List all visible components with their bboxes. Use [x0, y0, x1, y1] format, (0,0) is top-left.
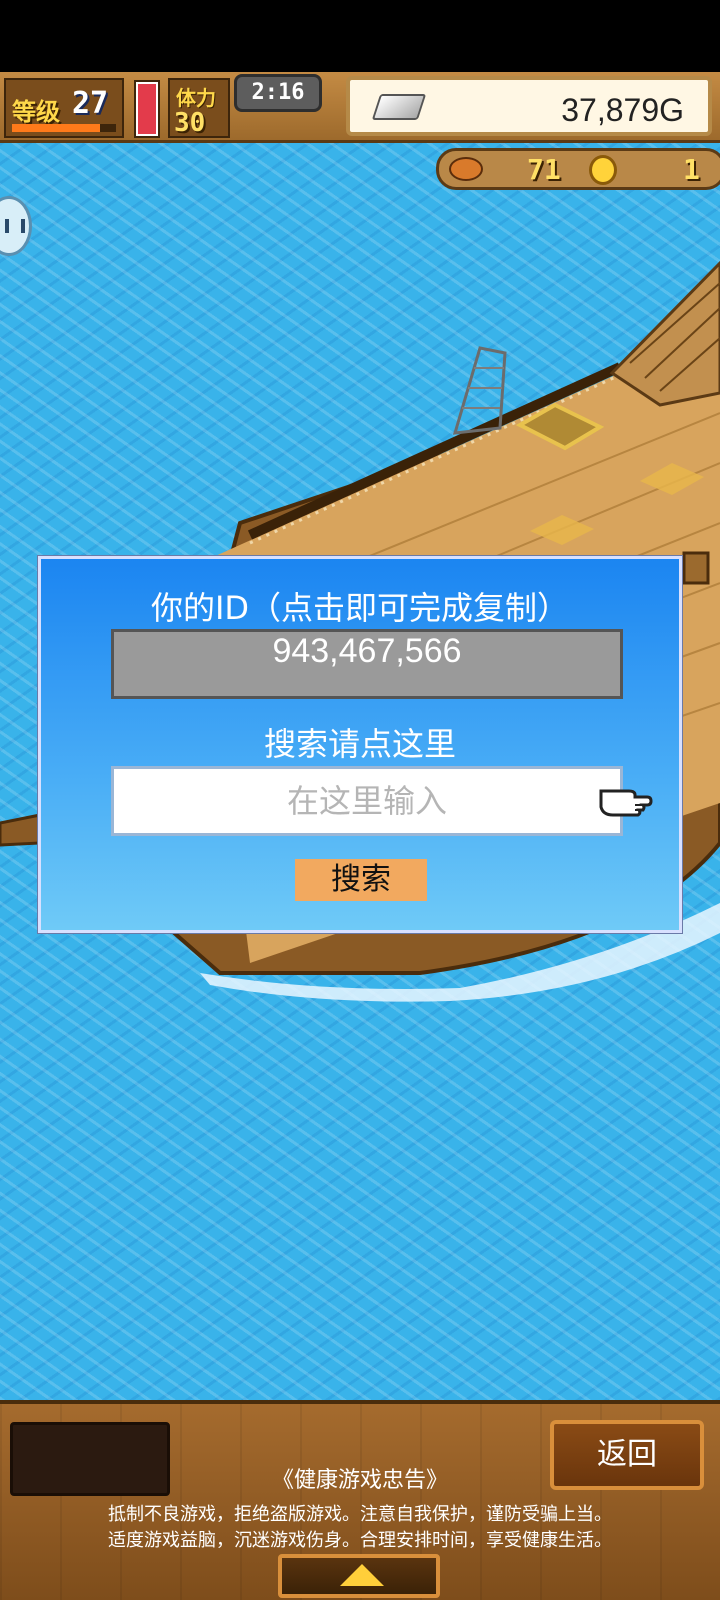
stamina-label: 体力 [176, 86, 216, 110]
level-progress-bar [12, 124, 116, 132]
stamina-panel: 体力 30 [168, 78, 230, 138]
id-search-dialog: 你的ID（点击即可完成复制） 943,467,566 搜索请点这里 搜索 [38, 556, 682, 933]
resource-bar: 71 1 [436, 148, 720, 190]
arrow-up-icon [340, 1564, 384, 1586]
user-id-copy-field[interactable]: 943,467,566 [111, 629, 623, 699]
gold-panel: 37,879G [346, 76, 712, 136]
stamina-value: 30 [174, 108, 206, 138]
search-heading: 搜索请点这里 [263, 725, 456, 763]
level-progress-fill [12, 124, 101, 132]
silver-ingot-icon [371, 94, 427, 120]
pointing-hand-icon [599, 789, 653, 817]
top-hud: 等级 27 体力 30 2:16 37,879G [0, 72, 720, 143]
health-notice-title: 《健康游戏忠告》 [271, 1468, 448, 1493]
food-count: 71 [527, 153, 561, 186]
level-label: 等级 [12, 98, 60, 126]
stamina-gauge-fill [138, 84, 156, 134]
stamina-gauge [134, 80, 160, 138]
dialog-title: 你的ID（点击即可完成复制） [150, 589, 570, 627]
bottom-panel: 返回 《健康游戏忠告》 抵制不良游戏，拒绝盗版游戏。注意自我保护，谨防受骗上当。… [0, 1400, 720, 1600]
stamina-timer: 2:16 [234, 74, 322, 112]
status-bar [0, 0, 720, 72]
health-notice-line-1: 抵制不良游戏，拒绝盗版游戏。注意自我保护，谨防受骗上当。 [108, 1504, 612, 1525]
coin-icon [589, 155, 617, 185]
search-button[interactable]: 搜索 [295, 859, 427, 901]
coin-count: 1 [683, 153, 700, 186]
expand-menu-button[interactable] [278, 1554, 440, 1598]
search-input[interactable] [111, 766, 623, 836]
level-panel: 等级 27 [4, 78, 124, 138]
health-notice-line-2: 适度游戏益脑，沉迷游戏伤身。合理安排时间，享受健康生活。 [108, 1530, 612, 1551]
meat-icon [449, 157, 483, 181]
level-value: 27 [72, 86, 109, 121]
gold-value: 37,879G [561, 92, 684, 128]
